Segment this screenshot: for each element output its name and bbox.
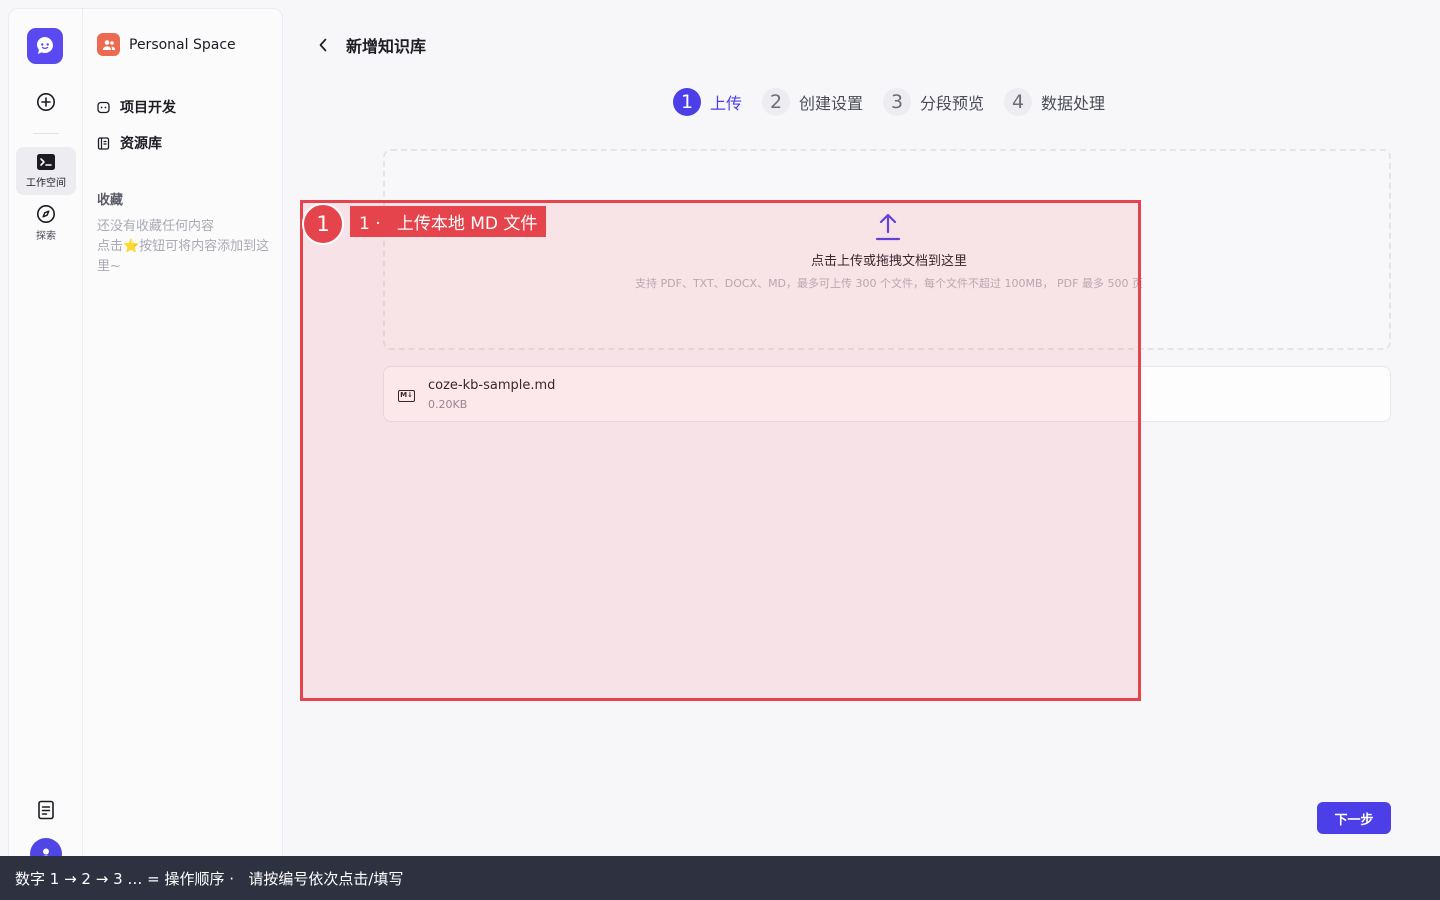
step-number: 2 [762, 88, 791, 116]
terminal-icon [37, 154, 55, 170]
back-button[interactable] [314, 34, 332, 56]
rail-label-workspace: 工作空间 [26, 178, 66, 189]
sidebar-item-label: 资源库 [120, 136, 162, 152]
create-icon[interactable] [9, 91, 83, 113]
page-title: 新增知识库 [346, 37, 427, 56]
next-step-button[interactable]: 下一步 [1317, 802, 1391, 834]
annotation-label: 1 · 上传本地 MD 文件 [350, 206, 547, 237]
annotation-number-badge: 1 [302, 203, 344, 245]
team-icon [97, 33, 120, 56]
step-data-processing: 4 数据处理 [1004, 88, 1105, 116]
step-label: 上传 [710, 94, 743, 113]
secondary-sidebar: Personal Space 项目开发 资源库 收藏 还没有收藏任何内容 点击⭐… [82, 8, 283, 900]
docs-icon[interactable] [9, 799, 83, 821]
bot-icon [97, 101, 110, 113]
favorites-title: 收藏 [97, 193, 124, 208]
rail-item-workspace[interactable]: 工作空间 [16, 147, 76, 195]
rail-item-explore[interactable]: 探索 [9, 203, 83, 243]
step-label: 分段预览 [920, 94, 985, 113]
step-number: 4 [1004, 88, 1033, 116]
rail-divider [33, 133, 59, 134]
step-segment-preview: 3 分段预览 [883, 88, 984, 116]
app-logo-icon[interactable] [27, 28, 63, 64]
step-number: 3 [883, 88, 912, 116]
sidebar-item-projects[interactable]: 项目开发 [97, 97, 176, 117]
annotation-highlight-box [300, 200, 1141, 701]
step-label: 数据处理 [1041, 94, 1106, 113]
favorites-empty-text: 还没有收藏任何内容 点击⭐按钮可将内容添加到这里~ [97, 219, 270, 274]
space-switcher[interactable]: Personal Space [97, 33, 236, 56]
step-create-settings: 2 创建设置 [762, 88, 863, 116]
step-label: 创建设置 [799, 94, 864, 113]
step-number: 1 [673, 88, 701, 116]
step-upload: 1 上传 [673, 88, 742, 116]
step-indicator: 1 上传 2 创建设置 3 分段预览 4 数据处理 [673, 88, 1105, 116]
sidebar-item-library[interactable]: 资源库 [97, 133, 162, 153]
page-header: 新增知识库 [314, 33, 426, 57]
library-icon [97, 136, 110, 150]
instruction-bar: 数字 1 → 2 → 3 … = 操作顺序 · 请按编号依次点击/填写 [0, 856, 1440, 900]
sidebar-item-label: 项目开发 [120, 100, 176, 116]
chevron-left-icon [319, 38, 327, 52]
rail-label-explore: 探索 [36, 231, 56, 242]
icon-rail: 工作空间 探索 [8, 8, 82, 900]
space-name: Personal Space [129, 36, 236, 53]
compass-icon [37, 205, 55, 223]
